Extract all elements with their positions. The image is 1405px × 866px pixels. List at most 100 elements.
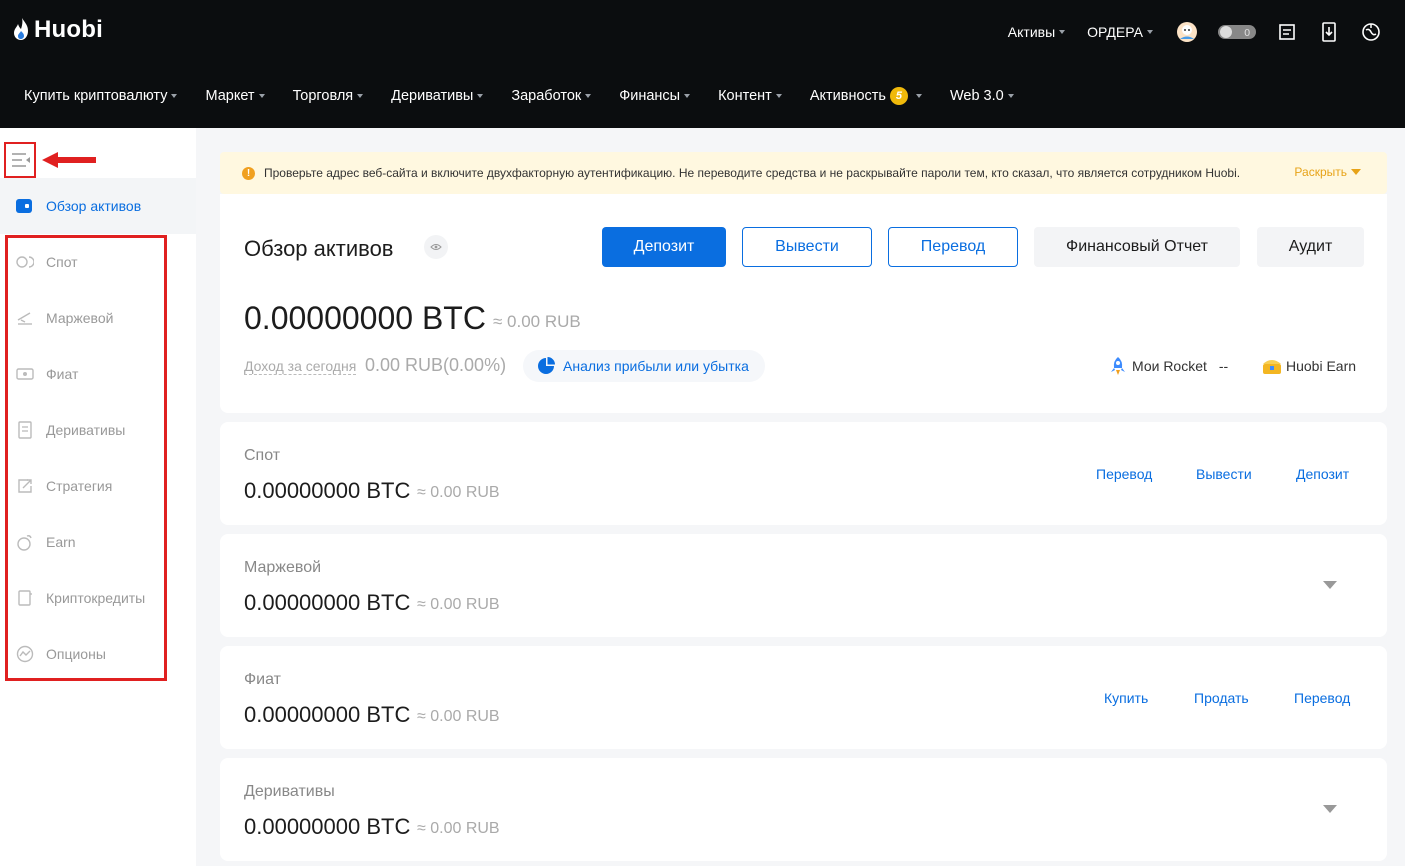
sidebar-item-label: Обзор активов <box>46 198 142 214</box>
nav-item-buy-crypto[interactable]: Купить криптовалюту <box>24 88 178 104</box>
assets-menu-label: Активы <box>1007 24 1056 40</box>
my-rocket[interactable]: Мои Rocket -- <box>1108 356 1228 376</box>
today-income-label[interactable]: Доход за сегодня <box>244 358 357 375</box>
chevron-down-icon <box>775 94 782 98</box>
pnl-analysis-label: Анализ прибыли или убытка <box>563 358 749 374</box>
chevron-down-icon <box>915 94 922 98</box>
chevron-down-icon <box>171 94 178 98</box>
nav-item-trade[interactable]: Торговля <box>293 88 364 104</box>
nav-item-finance[interactable]: Финансы <box>619 88 691 104</box>
nav-item-label: Финансы <box>619 88 681 104</box>
chevron-down-icon <box>1059 30 1066 34</box>
assets-menu[interactable]: Активы <box>1007 24 1066 40</box>
total-rub-approx: ≈ 0.00 RUB <box>493 312 581 331</box>
account-rub-approx: ≈ 0.00 RUB <box>417 820 500 837</box>
top-header: Huobi Активы ОРДЕРА 0 Купить криптовалют… <box>0 0 1405 128</box>
nav-item-label: Маркет <box>205 88 255 104</box>
wallet-icon <box>16 199 32 213</box>
account-rub-approx: ≈ 0.00 RUB <box>417 708 500 725</box>
collapse-menu-icon <box>12 153 30 167</box>
avatar[interactable] <box>1175 20 1199 44</box>
chevron-down-icon <box>1147 30 1153 34</box>
chevron-down-icon <box>684 94 691 98</box>
svg-text:0: 0 <box>1244 28 1250 39</box>
account-btc-amount: 0.00000000 BTC <box>244 590 411 615</box>
transfer-button[interactable]: Перевод <box>888 227 1018 267</box>
sidebar-highlight-annotation <box>5 235 167 681</box>
nav-item-derivatives[interactable]: Деривативы <box>391 88 484 104</box>
chevron-down-icon <box>585 94 592 98</box>
nav-item-market[interactable]: Маркет <box>205 88 265 104</box>
notice-text: Проверьте адрес веб-сайта и включите дву… <box>264 166 1241 180</box>
account-card-derivatives: Деривативы 0.00000000 BTC ≈ 0.00 RUB <box>220 758 1387 861</box>
nav-item-label: Активность <box>809 88 886 104</box>
nav-item-label: Контент <box>718 88 772 104</box>
account-title: Маржевой <box>244 559 322 576</box>
withdraw-button[interactable]: Вывести <box>742 227 872 267</box>
account-rub-approx: ≈ 0.00 RUB <box>417 596 500 613</box>
account-btc-amount: 0.00000000 BTC <box>244 702 411 727</box>
download-icon[interactable] <box>1317 20 1341 44</box>
warning-icon: ! <box>242 166 255 180</box>
red-arrow-annotation <box>42 152 96 168</box>
account-btc-amount: 0.00000000 BTC <box>244 478 411 503</box>
orders-icon[interactable] <box>1275 20 1299 44</box>
audit-button[interactable]: Аудит <box>1257 227 1364 267</box>
spot-withdraw-link[interactable]: Вывести <box>1196 466 1252 482</box>
nav-item-earn[interactable]: Заработок <box>511 88 592 104</box>
account-card-fiat: Фиат 0.00000000 BTC ≈ 0.00 RUB Купить Пр… <box>220 646 1387 749</box>
chevron-down-icon <box>1351 169 1361 175</box>
nav-item-label: Web 3.0 <box>949 88 1004 104</box>
notice-expand-button[interactable]: Раскрыть <box>1294 165 1361 179</box>
spot-deposit-link[interactable]: Депозит <box>1296 466 1349 482</box>
account-card-margin: Маржевой 0.00000000 BTC ≈ 0.00 RUB <box>220 534 1387 637</box>
main-nav: Купить криптовалюту Маркет Торговля Дери… <box>0 64 1042 128</box>
nav-item-activity[interactable]: Активность 5 <box>810 87 922 105</box>
brand-name: Huobi <box>34 16 103 43</box>
huobi-earn[interactable]: Huobi Earn <box>1261 356 1356 376</box>
toggle-icon[interactable]: 0 <box>1217 20 1257 44</box>
nav-item-web3[interactable]: Web 3.0 <box>950 88 1014 104</box>
chevron-down-icon <box>477 94 484 98</box>
pnl-analysis-button[interactable]: Анализ прибыли или убытка <box>523 350 765 382</box>
rocket-icon <box>1111 357 1125 375</box>
account-card-spot: Спот 0.00000000 BTC ≈ 0.00 RUB Перевод В… <box>220 422 1387 525</box>
financial-report-button[interactable]: Финансовый Отчет <box>1034 227 1240 267</box>
fiat-transfer-link[interactable]: Перевод <box>1294 690 1350 706</box>
spot-transfer-link[interactable]: Перевод <box>1096 466 1152 482</box>
huobi-logo[interactable]: Huobi <box>12 16 103 44</box>
nav-item-content[interactable]: Контент <box>718 88 782 104</box>
pie-chart-icon <box>538 357 555 374</box>
fiat-sell-link[interactable]: Продать <box>1194 690 1249 706</box>
today-income-value: 0.00 RUB(0.00%) <box>365 355 507 375</box>
flame-icon <box>14 18 28 40</box>
account-rub-approx: ≈ 0.00 RUB <box>417 484 500 501</box>
total-btc-amount: 0.00000000 BTC <box>244 300 486 336</box>
chevron-down-icon[interactable] <box>1323 581 1337 589</box>
fiat-buy-link[interactable]: Купить <box>1104 690 1148 706</box>
earn-label: Huobi Earn <box>1286 358 1357 374</box>
asset-overview-panel: Обзор активов Депозит Вывести Перевод Фи… <box>220 194 1387 413</box>
activity-badge: 5 <box>889 87 908 105</box>
nav-item-label: Заработок <box>511 88 582 104</box>
earn-chest-icon <box>1263 360 1281 374</box>
eye-icon[interactable] <box>424 235 448 259</box>
chevron-down-icon <box>1007 94 1014 98</box>
chevron-down-icon[interactable] <box>1323 805 1337 813</box>
orders-menu-label: ОРДЕРА <box>1087 24 1143 40</box>
expand-label: Раскрыть <box>1294 165 1347 179</box>
page-title: Обзор активов <box>244 236 394 261</box>
rocket-label: Мои Rocket <box>1132 358 1207 374</box>
orders-menu[interactable]: ОРДЕРА <box>1087 24 1153 40</box>
nav-item-label: Торговля <box>292 88 354 104</box>
chevron-down-icon <box>357 94 364 98</box>
account-btc-amount: 0.00000000 BTC <box>244 814 411 839</box>
sidebar-item-overview[interactable]: Обзор активов <box>0 178 196 234</box>
rocket-value: -- <box>1218 358 1229 374</box>
nav-item-label: Деривативы <box>391 88 474 104</box>
deposit-button[interactable]: Депозит <box>602 227 726 267</box>
security-notice: ! Проверьте адрес веб-сайта и включите д… <box>220 152 1387 194</box>
language-icon[interactable] <box>1359 20 1383 44</box>
account-title: Спот <box>244 447 281 464</box>
sidebar-collapse-button[interactable] <box>4 142 36 178</box>
